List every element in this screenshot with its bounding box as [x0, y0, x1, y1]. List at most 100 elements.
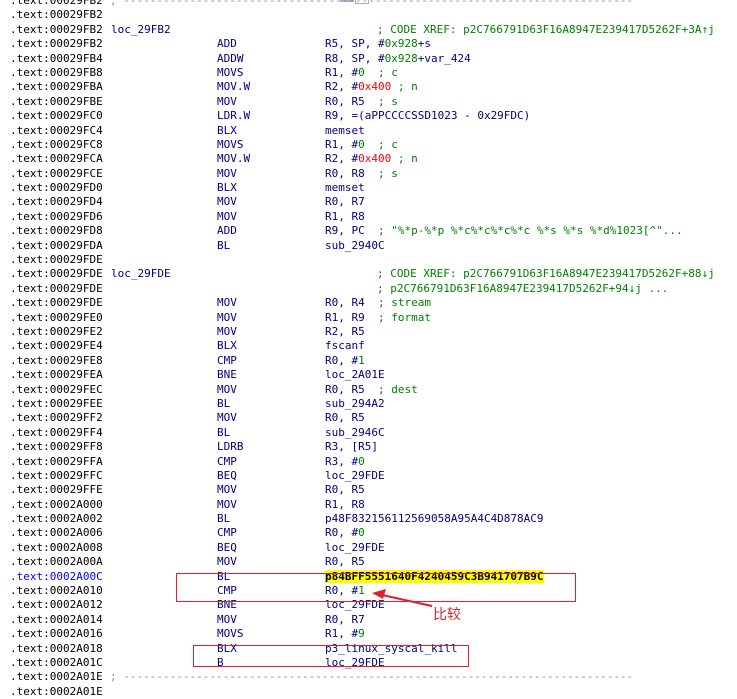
address[interactable]: .text:0002A018: [10, 642, 103, 656]
operand-part[interactable]: R1, R9: [325, 311, 378, 324]
operand-part[interactable]: 0x400: [358, 152, 391, 165]
address[interactable]: .text:00029FDE: [10, 267, 103, 281]
operands[interactable]: sub_2946C: [325, 426, 385, 440]
operand-part[interactable]: memset: [325, 181, 365, 194]
instruction-line[interactable]: .text:00029FB2: [0, 8, 737, 22]
mnemonic[interactable]: MOV.W: [217, 152, 250, 166]
mnemonic[interactable]: MOV: [217, 325, 237, 339]
address[interactable]: .text:00029FB2: [10, 8, 103, 22]
operands[interactable]: R1, #0 ; c: [325, 138, 398, 152]
address[interactable]: .text:00029FF8: [10, 440, 103, 454]
instruction-line[interactable]: .text:00029FEA BNE loc_2A01E: [0, 368, 737, 382]
operand-part[interactable]: 0: [358, 455, 365, 468]
operand-part[interactable]: R0, R7: [325, 613, 365, 626]
operand-part[interactable]: R0, R5: [325, 95, 378, 108]
operand-part[interactable]: [391, 80, 398, 93]
operands[interactable]: R3, #0: [325, 455, 365, 469]
operands[interactable]: R1, R9 ; format: [325, 311, 431, 325]
instruction-line[interactable]: .text:00029FD4 MOV R0, R7: [0, 195, 737, 209]
instruction-line[interactable]: .text:00029FE8 CMP R0, #1: [0, 354, 737, 368]
address[interactable]: .text:00029FF4: [10, 426, 103, 440]
mnemonic[interactable]: MOV: [217, 195, 237, 209]
mnemonic[interactable]: MOV: [217, 613, 237, 627]
operand-part[interactable]: +s: [418, 37, 431, 50]
instruction-line[interactable]: .text:00029FCA MOV.W R2, #0x400 ; n: [0, 152, 737, 166]
operands[interactable]: R0, R5: [325, 483, 365, 497]
instruction-line[interactable]: .text:00029FF4 BL sub_2946C: [0, 426, 737, 440]
mnemonic[interactable]: BLX: [217, 339, 237, 353]
address[interactable]: .text:00029FBA: [10, 80, 103, 94]
address[interactable]: .text:00029FFC: [10, 469, 103, 483]
operand-part[interactable]: loc_2A01E: [325, 368, 385, 381]
mnemonic[interactable]: MOV: [217, 95, 237, 109]
mnemonic[interactable]: LDR.W: [217, 109, 250, 123]
instruction-line[interactable]: .text:00029FD8 ADD R9, PC ; "%*p-%*p %*c%*…: [0, 224, 737, 238]
instruction-line[interactable]: .text:00029FFA CMP R3, #0: [0, 455, 737, 469]
operand-part[interactable]: sub_294A2: [325, 397, 385, 410]
code-label[interactable]: loc_29FB2: [111, 23, 171, 37]
address[interactable]: .text:00029FB2: [10, 0, 103, 8]
instruction-line[interactable]: .text:00029FE0 MOV R1, R9 ; format: [0, 311, 737, 325]
operand-part[interactable]: R9, =(aPPCCCCSSD1023 - 0x29FDC): [325, 109, 530, 122]
operand-part[interactable]: 1: [358, 354, 365, 367]
operand-part[interactable]: R1, R8: [325, 210, 365, 223]
operand-part[interactable]: R1, R8: [325, 498, 365, 511]
operands[interactable]: sub_2940C: [325, 239, 385, 253]
mnemonic[interactable]: MOV: [217, 555, 237, 569]
operand-part[interactable]: 0x928: [385, 37, 418, 50]
operand-part[interactable]: R0, R7: [325, 195, 365, 208]
instruction-line[interactable]: .text:00029FE4 BLX fscanf: [0, 339, 737, 353]
operand-part[interactable]: R0, #: [325, 354, 358, 367]
operand-part[interactable]: R0, R5: [325, 411, 365, 424]
separator-line[interactable]: .text:0002A01E ; ------------------------…: [0, 670, 737, 684]
operand-part[interactable]: p48F832156112569058A95A4C4D878AC9: [325, 512, 544, 525]
address[interactable]: .text:00029FE0: [10, 311, 103, 325]
instruction-line[interactable]: .text:0002A01E: [0, 685, 737, 699]
operand-part[interactable]: [391, 152, 398, 165]
instruction-line[interactable]: .text:00029FB4 ADDW R8, SP, #0x928+var_424: [0, 52, 737, 66]
mnemonic[interactable]: BL: [217, 426, 230, 440]
operands[interactable]: R9, PC ; "%*p-%*p %*c%*c%*c%*c %*s %*s %…: [325, 224, 683, 238]
operands[interactable]: R0, #1: [325, 354, 365, 368]
instruction-line[interactable]: .text:0002A002 BL p48F832156112569058A95A4…: [0, 512, 737, 526]
operand-part[interactable]: R1, #: [325, 66, 358, 79]
mnemonic[interactable]: BL: [217, 397, 230, 411]
operands[interactable]: loc_2A01E: [325, 368, 385, 382]
xref-comment[interactable]: ; p2C766791D63F16A8947E239417D5262F+94↓j…: [377, 282, 668, 296]
operand-part[interactable]: 0x928: [385, 52, 418, 65]
instruction-line[interactable]: .text:00029FDE MOV R0, R4 ; stream: [0, 296, 737, 310]
operands[interactable]: R2, R5: [325, 325, 365, 339]
address[interactable]: .text:00029FF2: [10, 411, 103, 425]
operand-part[interactable]: sub_2940C: [325, 239, 385, 252]
operands[interactable]: R1, R8: [325, 210, 365, 224]
instruction-line[interactable]: .text:0002A000 MOV R1, R8: [0, 498, 737, 512]
address[interactable]: .text:0002A01E: [10, 685, 103, 699]
operands[interactable]: memset: [325, 124, 365, 138]
address[interactable]: .text:0002A002: [10, 512, 103, 526]
address[interactable]: .text:00029FB2: [10, 23, 103, 37]
instruction-line[interactable]: .text:00029FB8 MOVS R1, #0 ; c: [0, 66, 737, 80]
instruction-line[interactable]: .text:00029FF2 MOV R0, R5: [0, 411, 737, 425]
operands[interactable]: R0, #0: [325, 526, 365, 540]
label-line[interactable]: .text:00029FDE loc_29FDE ; CODE XREF: p2C7…: [0, 267, 737, 281]
operand-part[interactable]: memset: [325, 124, 365, 137]
operand-part[interactable]: R3, #: [325, 455, 358, 468]
operand-part[interactable]: sub_2946C: [325, 426, 385, 439]
instruction-line[interactable]: .text:0002A016 MOVS R1, #9: [0, 627, 737, 641]
address[interactable]: .text:00029FBE: [10, 95, 103, 109]
mnemonic[interactable]: CMP: [217, 354, 237, 368]
operands[interactable]: R0, R8 ; s: [325, 167, 398, 181]
address[interactable]: .text:00029FC8: [10, 138, 103, 152]
address[interactable]: .text:0002A00C: [10, 570, 103, 584]
instruction-line[interactable]: .text:00029FEE BL sub_294A2: [0, 397, 737, 411]
operand-part[interactable]: 0x400: [358, 80, 391, 93]
address[interactable]: .text:0002A008: [10, 541, 103, 555]
operand-part[interactable]: R8, SP, #: [325, 52, 385, 65]
instruction-line[interactable]: .text:00029FEC MOV R0, R5 ; dest: [0, 383, 737, 397]
mnemonic[interactable]: BEQ: [217, 469, 237, 483]
mnemonic[interactable]: MOVS: [217, 138, 244, 152]
instruction-line[interactable]: .text:0002A006 CMP R0, #0: [0, 526, 737, 540]
address[interactable]: .text:00029FEC: [10, 383, 103, 397]
address[interactable]: .text:00029FDE: [10, 282, 103, 296]
operand-part[interactable]: [365, 66, 378, 79]
